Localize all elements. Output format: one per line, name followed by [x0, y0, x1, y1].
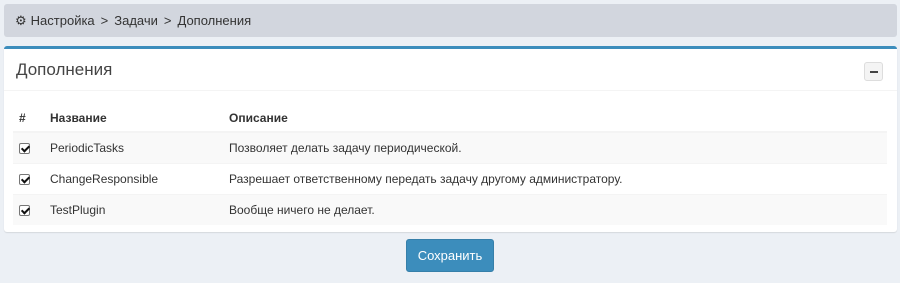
- addon-description: Вообще ничего не делает.: [229, 193, 887, 225]
- addon-description: Разрешает ответственному передать задачу…: [229, 162, 887, 194]
- breadcrumb-item-addons: Дополнения: [177, 13, 252, 28]
- collapse-button[interactable]: [864, 62, 883, 81]
- enable-checkbox[interactable]: [19, 143, 30, 155]
- table-row: ChangeResponsible Разрешает ответственно…: [13, 162, 887, 194]
- addon-name: PeriodicTasks: [50, 131, 229, 163]
- column-header-description: Описание: [229, 105, 887, 133]
- table-row: PeriodicTasks Позволяет делать задачу пе…: [13, 131, 887, 163]
- addon-name: ChangeResponsible: [50, 162, 229, 194]
- column-header-number: #: [13, 105, 50, 133]
- addons-panel: Дополнения # Название Описание PeriodicT…: [4, 46, 897, 232]
- breadcrumb-separator: >: [163, 13, 172, 28]
- breadcrumb: ⚙ Настройка > Задачи > Дополнения: [4, 4, 897, 37]
- column-header-name: Название: [50, 105, 229, 133]
- panel-header: Дополнения: [4, 49, 897, 91]
- panel-title: Дополнения: [16, 60, 113, 79]
- table-header-row: # Название Описание: [13, 105, 887, 133]
- breadcrumb-separator: >: [100, 13, 109, 28]
- save-button[interactable]: Сохранить: [406, 239, 494, 272]
- table-row: TestPlugin Вообще ничего не делает.: [13, 193, 887, 225]
- minus-icon: [869, 70, 878, 73]
- gear-icon: ⚙: [15, 13, 27, 28]
- enable-checkbox[interactable]: [19, 205, 30, 217]
- addons-table: # Название Описание PeriodicTasks Позвол…: [13, 105, 887, 225]
- breadcrumb-item-tasks[interactable]: Задачи: [114, 13, 158, 28]
- enable-checkbox[interactable]: [19, 173, 30, 185]
- addon-description: Позволяет делать задачу периодической.: [229, 131, 887, 163]
- breadcrumb-item-settings[interactable]: Настройка: [31, 13, 95, 28]
- addon-name: TestPlugin: [50, 193, 229, 225]
